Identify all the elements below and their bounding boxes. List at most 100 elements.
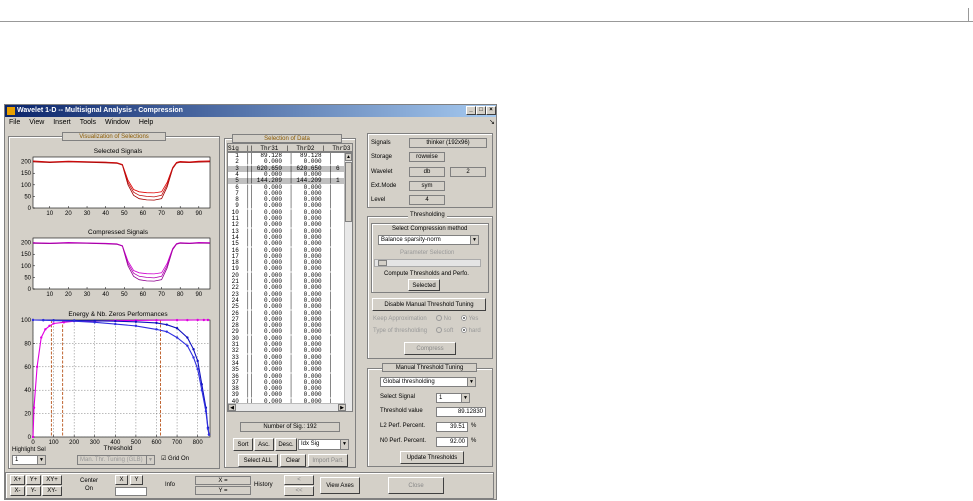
zoom-y-minus-button[interactable]: Y- <box>26 486 41 496</box>
y-tick-label: 0 <box>28 287 32 293</box>
x-tick-label: 200 <box>69 440 80 446</box>
zoom-xy-plus-button[interactable]: XY+ <box>42 475 62 485</box>
data-point <box>200 389 203 392</box>
zoom-y-plus-button[interactable]: Y+ <box>26 475 41 485</box>
sort-desc-button[interactable]: Desc. <box>275 438 297 451</box>
data-point <box>192 356 195 359</box>
view-axes-button[interactable]: View Axes <box>320 477 360 494</box>
wavelet-number: 2 <box>450 167 486 177</box>
scroll-right-icon[interactable]: ▶ <box>338 404 346 411</box>
data-point <box>204 410 208 413</box>
data-point <box>196 367 199 371</box>
threshold-value-label: Threshold value <box>380 408 423 414</box>
tuning-mode-select[interactable]: Man. Thr. Tuning (GLB) ▼ <box>77 455 155 465</box>
center-input[interactable] <box>115 487 147 496</box>
plot1-title: Selected Signals <box>94 148 143 155</box>
scroll-left-icon[interactable]: ◀ <box>228 404 236 411</box>
manual-mode-select[interactable]: Global thresholding ▼ <box>380 377 476 387</box>
x-tick-label: 90 <box>195 292 202 298</box>
parameter-slider[interactable] <box>374 259 481 267</box>
data-point <box>186 344 189 347</box>
y-tick-label: 200 <box>21 160 32 166</box>
scroll-up-icon[interactable]: ▲ <box>345 153 352 161</box>
y-tick-label: 100 <box>21 183 32 189</box>
import-part-button[interactable]: Import Part. <box>308 454 348 467</box>
signal-count: Number of Sig.: 192 <box>240 422 340 432</box>
n0-perf-input[interactable]: 92.00 <box>436 437 468 447</box>
y-tick-label: 20 <box>24 412 31 418</box>
slider-thumb[interactable] <box>378 260 387 266</box>
sort-button[interactable]: Sort <box>233 438 253 451</box>
plot3-title: Energy & Nb. Zeros Performances <box>68 311 168 318</box>
data-point <box>186 336 189 339</box>
zoom-x-plus-button[interactable]: X+ <box>10 475 25 485</box>
select-signal-select[interactable]: 1 ▼ <box>436 393 470 403</box>
x-tick-label: 80 <box>177 211 184 217</box>
data-point <box>165 330 168 333</box>
chevron-down-icon: ▼ <box>467 378 475 386</box>
signals-value: thinker (192x96) <box>409 138 487 148</box>
y-tick-label: 150 <box>21 171 32 177</box>
data-point <box>175 326 179 330</box>
center-y-button[interactable]: Y <box>130 475 143 485</box>
select-all-button[interactable]: Select ALL <box>238 454 278 467</box>
history-back-button[interactable]: < <box>284 475 314 485</box>
clear-button[interactable]: Clear <box>280 454 306 467</box>
extmode-value: sym <box>409 181 445 191</box>
soft-label: soft <box>443 328 454 334</box>
close-button[interactable]: Close <box>388 477 444 494</box>
selection-panel-title: Selection of Data <box>232 134 342 143</box>
plot3-axes[interactable] <box>32 319 211 438</box>
radio-selected-icon <box>461 327 467 334</box>
hard-radio[interactable]: hard <box>461 327 481 336</box>
list-hscrollbar[interactable]: ◀ ▶ <box>228 403 346 411</box>
center-x-button[interactable]: X <box>115 475 128 485</box>
data-point <box>114 322 117 326</box>
data-point <box>175 336 179 339</box>
signals-label: Signals <box>371 140 391 146</box>
keep-approx-no-radio[interactable]: No <box>436 315 451 324</box>
disable-manual-tuning-button[interactable]: Disable Manual Threshold Tuning <box>372 298 486 311</box>
compress-button[interactable]: Compress <box>404 342 456 355</box>
y-tick-label: 150 <box>21 252 32 258</box>
x-tick-label: 30 <box>84 211 91 217</box>
l2-perf-input[interactable]: 39.51 <box>436 422 468 432</box>
keep-approx-yes-radio[interactable]: Yes <box>461 315 478 324</box>
history-label: History <box>254 482 273 488</box>
selected-button[interactable]: Selected <box>408 279 440 291</box>
radio-icon <box>436 315 442 322</box>
data-point <box>44 328 47 331</box>
highlight-select[interactable]: 1 ▼ <box>12 455 46 465</box>
x-tick-label: 700 <box>172 440 183 446</box>
grid-on-checkbox[interactable]: ☑ Grid On <box>161 455 189 464</box>
y-tick-label: 200 <box>21 241 32 247</box>
scroll-thumb[interactable] <box>345 162 352 222</box>
sort-asc-button[interactable]: Asc. <box>254 438 274 451</box>
x-tick-label: 40 <box>102 211 109 217</box>
x-tick-label: 80 <box>177 292 184 298</box>
x-tick-label: 800 <box>193 440 204 446</box>
data-point <box>155 328 158 331</box>
data-point <box>175 318 179 322</box>
select-signal-value: 1 <box>439 395 443 401</box>
x-tick-label: 90 <box>195 211 202 217</box>
zoom-x-minus-button[interactable]: X- <box>10 486 25 496</box>
list-scrollbar[interactable]: ▲ <box>344 153 352 411</box>
highlight-label: Highlight Sel <box>12 447 46 453</box>
manual-mode-value: Global thresholding <box>383 379 435 385</box>
data-point <box>32 406 36 409</box>
history-forward-button[interactable]: << <box>284 486 314 496</box>
l2-perf-label: L2 Perf. Percent. <box>380 423 426 429</box>
storage-value: rowwise <box>409 152 445 162</box>
signal-threshold-list[interactable]: 1 || 89.128 | 89.128 | 2 || 0.000 | 0.00… <box>227 152 353 412</box>
update-thresholds-button[interactable]: Update Thresholds <box>400 451 464 464</box>
data-point <box>202 318 206 322</box>
n0-perf-unit: % <box>471 438 477 444</box>
x-tick-label: 60 <box>140 292 147 298</box>
method-select[interactable]: Balance sparsity-norm ▼ <box>378 235 479 245</box>
zoom-xy-minus-button[interactable]: XY- <box>42 486 62 496</box>
sort-by-select[interactable]: Idx Sig ▼ <box>298 439 349 450</box>
soft-radio[interactable]: soft <box>436 327 453 336</box>
select-signal-label: Select Signal <box>380 394 416 400</box>
threshold-value-input[interactable]: 89.12830 <box>436 407 486 417</box>
